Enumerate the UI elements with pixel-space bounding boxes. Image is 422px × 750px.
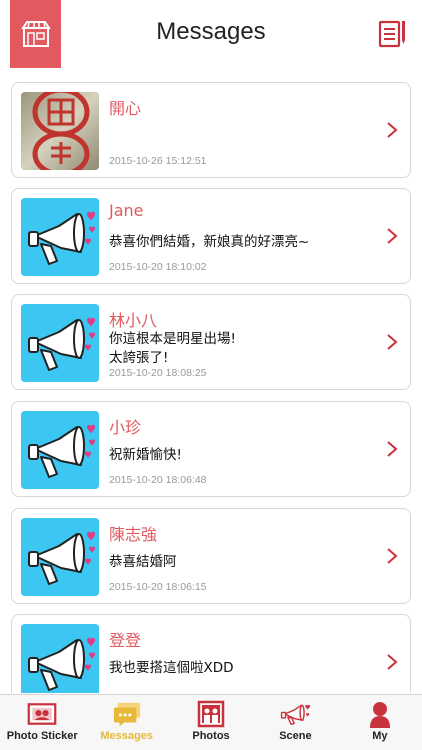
- tab-label: My: [372, 730, 388, 742]
- person-icon: [365, 700, 395, 728]
- message-card[interactable]: 林小八 你這根本是明星出場! 太誇張了! 2015-10-20 18:08:25: [11, 294, 411, 390]
- page-title: Messages: [156, 18, 266, 45]
- chevron-right-icon: [387, 228, 398, 244]
- message-text: 恭喜你們結婚，新娘真的好漂亮~: [109, 234, 310, 250]
- tab-bar: Photo Sticker Messages Photos Scene My: [0, 694, 422, 750]
- sender-name: 登登: [109, 631, 142, 650]
- chevron-right-icon: [387, 441, 398, 457]
- chevron-right-icon: [387, 122, 398, 138]
- chevron-right-icon: [387, 654, 398, 670]
- sender-name: 小珍: [109, 418, 142, 437]
- compose-button[interactable]: [374, 14, 410, 54]
- message-card[interactable]: 開心 2015-10-26 15:12:51: [11, 82, 411, 178]
- message-text: 祝新婚愉快!: [109, 447, 182, 463]
- megaphone-icon: [21, 304, 99, 382]
- message-text: 你這根本是明星出場! 太誇張了!: [109, 331, 236, 366]
- message-card[interactable]: 陳志強 恭喜結婚阿 2015-10-20 18:06:15: [11, 508, 411, 604]
- megaphone-icon: [21, 518, 99, 596]
- notepad-icon: [378, 20, 405, 48]
- tab-scene[interactable]: Scene: [253, 695, 337, 750]
- chevron-right-icon: [387, 548, 398, 564]
- messages-icon: [112, 700, 142, 728]
- sender-name: 陳志強: [109, 525, 158, 544]
- chevron-right-icon: [387, 334, 398, 350]
- tab-label: Photos: [192, 730, 230, 742]
- message-text: 我也要搭這個啦XDD: [109, 660, 234, 676]
- message-list[interactable]: 開心 2015-10-26 15:12:51 Jane 恭喜你們結婚，新娘真的好…: [0, 68, 422, 693]
- message-time: 2015-10-20 18:06:15: [109, 581, 207, 593]
- message-time: 2015-10-20 18:06:48: [109, 474, 207, 486]
- scene-icon: [280, 700, 311, 728]
- tab-label: Scene: [279, 730, 312, 742]
- tab-label: Photo Sticker: [6, 730, 78, 742]
- photos-icon: [196, 700, 226, 728]
- message-card[interactable]: 小珍 祝新婚愉快! 2015-10-20 18:06:48: [11, 401, 411, 497]
- tab-label: Messages: [100, 730, 153, 742]
- sender-name: 開心: [109, 99, 142, 118]
- header: Messages: [0, 0, 422, 68]
- message-time: 2015-10-20 18:08:25: [109, 367, 207, 379]
- photo-sticker-icon: [27, 700, 57, 728]
- tab-my[interactable]: My: [338, 695, 422, 750]
- tab-photos[interactable]: Photos: [169, 695, 253, 750]
- message-text: 恭喜結婚阿: [109, 554, 177, 570]
- message-card[interactable]: 登登 我也要搭這個啦XDD: [11, 614, 411, 693]
- sender-name: Jane: [109, 201, 144, 220]
- megaphone-icon: [21, 198, 99, 276]
- tab-messages[interactable]: Messages: [84, 695, 168, 750]
- message-time: 2015-10-26 15:12:51: [109, 155, 207, 167]
- megaphone-icon: [21, 624, 99, 693]
- megaphone-icon: [21, 411, 99, 489]
- tab-photo-sticker[interactable]: Photo Sticker: [0, 695, 84, 750]
- stamp-photo-avatar: [21, 92, 99, 170]
- message-card[interactable]: Jane 恭喜你們結婚，新娘真的好漂亮~ 2015-10-20 18:10:02: [11, 188, 411, 284]
- message-time: 2015-10-20 18:10:02: [109, 261, 207, 273]
- sender-name: 林小八: [109, 311, 158, 330]
